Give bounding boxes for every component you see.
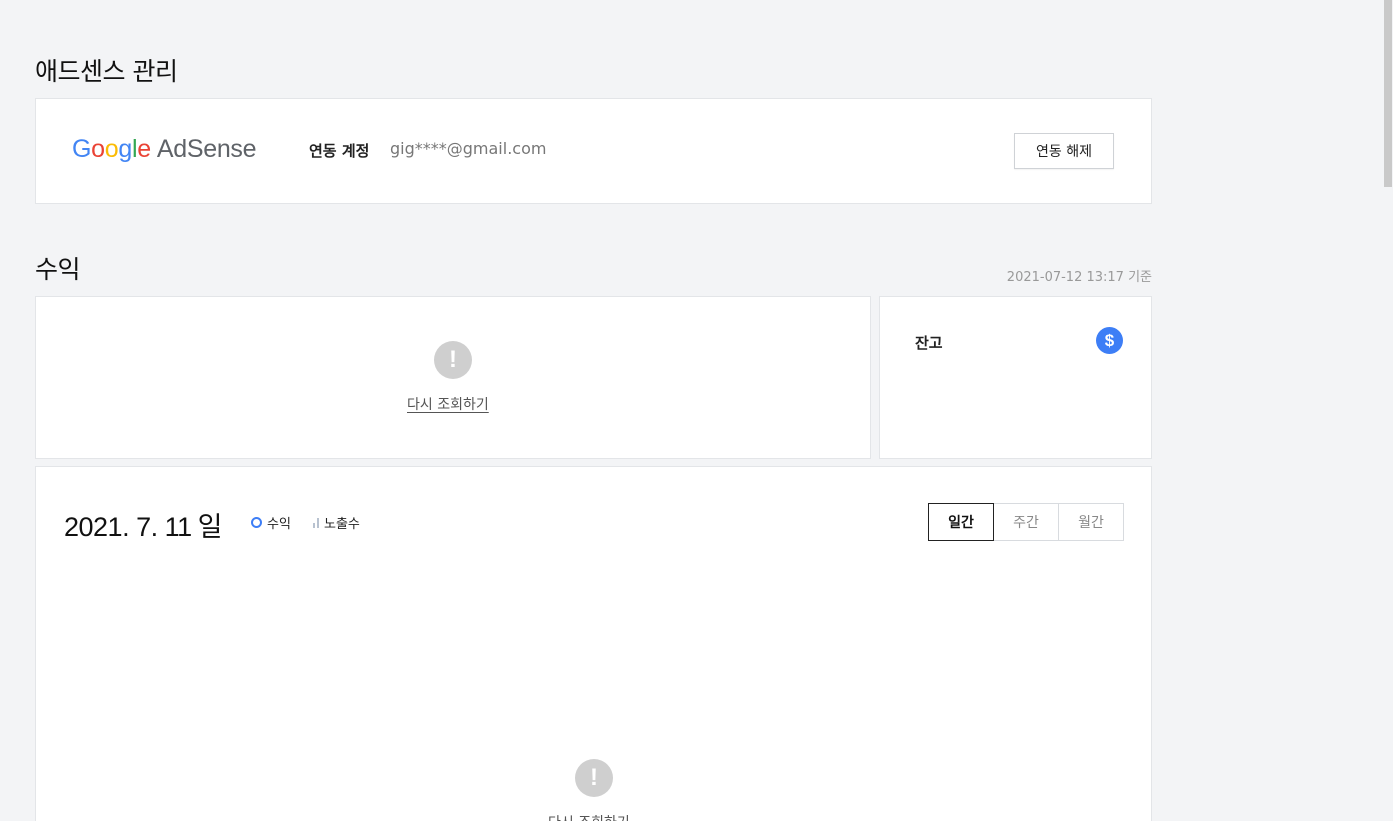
balance-card: 잔고 $: [879, 296, 1152, 459]
linked-account-label: 연동 계정: [309, 142, 370, 160]
adsense-logo-text: AdSense: [156, 135, 257, 163]
legend-revenue: 수익: [251, 513, 291, 532]
tab-monthly[interactable]: 월간: [1058, 503, 1124, 541]
linked-account-email: gig****@gmail.com: [390, 139, 547, 158]
unlink-button[interactable]: 연동 해제: [1014, 133, 1114, 169]
bar-icon: [313, 517, 319, 528]
legend-impressions: 노출수: [313, 513, 360, 532]
ring-icon: [251, 517, 262, 528]
data-timestamp: 2021-07-12 13:17 기준: [1006, 270, 1152, 285]
legend-revenue-label: 수익: [267, 517, 291, 532]
legend-impressions-label: 노출수: [324, 517, 360, 532]
chart-retry-link[interactable]: 다시 조회하기: [548, 812, 630, 821]
retry-link[interactable]: 다시 조회하기: [407, 394, 489, 414]
adsense-section-title: 애드센스 관리: [35, 57, 178, 86]
revenue-summary-card: ! 다시 조회하기: [35, 296, 871, 459]
adsense-account-card: Google AdSense 연동 계정 gig****@gmail.com 연동…: [35, 98, 1152, 204]
revenue-section-title: 수익: [35, 255, 81, 284]
tab-daily[interactable]: 일간: [928, 503, 994, 541]
page-scrollbar[interactable]: [1383, 0, 1393, 821]
tab-weekly[interactable]: 주간: [993, 503, 1059, 541]
chart-date: 2021. 7. 11 일: [64, 505, 222, 544]
revenue-chart-card: 2021. 7. 11일 수익 노출수 일간 주간 월간 ! 다시 조회하기: [35, 466, 1152, 821]
exclamation-circle-icon: !: [575, 759, 613, 797]
dollar-icon: $: [1096, 327, 1123, 354]
scrollbar-thumb[interactable]: [1384, 0, 1392, 187]
chart-date-day: 일: [197, 512, 223, 542]
chart-date-value: 2021. 7. 11: [64, 512, 192, 542]
google-adsense-logo: Google AdSense: [72, 135, 257, 163]
exclamation-circle-icon: !: [434, 341, 472, 379]
balance-label: 잔고: [915, 334, 943, 352]
period-tabs: 일간 주간 월간: [928, 503, 1124, 541]
page: 애드센스 관리 Google AdSense 연동 계정 gig****@gmai…: [0, 0, 1393, 821]
